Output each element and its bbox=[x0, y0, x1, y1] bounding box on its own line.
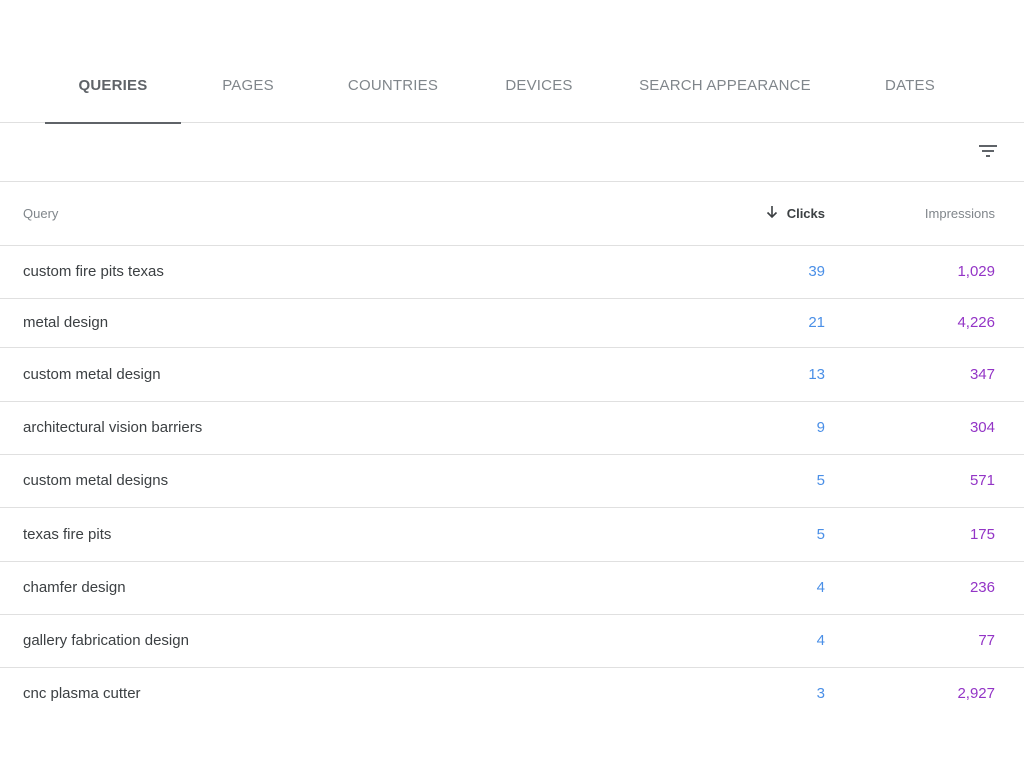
query-cell: chamfer design bbox=[23, 579, 126, 596]
query-cell: metal design bbox=[23, 314, 109, 331]
impressions-cell: 571 bbox=[969, 472, 995, 489]
column-header-clicks-label: Clicks bbox=[786, 206, 825, 221]
clicks-cell: 9 bbox=[816, 419, 825, 436]
tab-label: QUERIES bbox=[78, 77, 148, 94]
arrow-down-icon bbox=[765, 184, 779, 219]
impressions-cell: 175 bbox=[969, 526, 995, 543]
clicks-cell: 21 bbox=[808, 314, 825, 331]
tab-label: DEVICES bbox=[505, 77, 573, 94]
table-row[interactable]: custom metal designs 5 571 bbox=[0, 455, 1024, 508]
column-header-impressions[interactable]: Impressions bbox=[925, 183, 995, 245]
impressions-cell: 236 bbox=[969, 579, 995, 596]
tab-search-appearance[interactable]: SEARCH APPEARANCE bbox=[625, 62, 825, 123]
queries-table: Query Clicks Impressions custom fire pit… bbox=[0, 183, 1024, 721]
tab-countries[interactable]: COUNTRIES bbox=[333, 62, 453, 123]
table-header: Query Clicks Impressions bbox=[0, 183, 1024, 246]
tab-queries[interactable]: QUERIES bbox=[45, 62, 181, 124]
table-row[interactable]: gallery fabrication design 4 77 bbox=[0, 615, 1024, 668]
clicks-cell: 4 bbox=[816, 579, 825, 596]
tab-label: PAGES bbox=[222, 77, 274, 94]
table-row[interactable]: chamfer design 4 236 bbox=[0, 562, 1024, 615]
tab-label: COUNTRIES bbox=[347, 77, 439, 94]
tab-label: SEARCH APPEARANCE bbox=[639, 77, 811, 94]
table-row[interactable]: custom fire pits texas 39 1,029 bbox=[0, 246, 1024, 299]
query-cell: custom metal designs bbox=[23, 472, 169, 489]
table-toolbar bbox=[0, 124, 1024, 182]
clicks-cell: 13 bbox=[808, 366, 825, 383]
impressions-cell: 77 bbox=[978, 632, 995, 649]
table-row[interactable]: metal design 21 4,226 bbox=[0, 299, 1024, 348]
table-row[interactable]: architectural vision barriers 9 304 bbox=[0, 402, 1024, 455]
query-cell: texas fire pits bbox=[23, 526, 112, 543]
table-row[interactable]: texas fire pits 5 175 bbox=[0, 508, 1024, 562]
tab-devices[interactable]: DEVICES bbox=[489, 62, 589, 123]
clicks-cell: 5 bbox=[816, 526, 825, 543]
column-header-query[interactable]: Query bbox=[23, 183, 58, 245]
impressions-cell: 1,029 bbox=[957, 263, 995, 280]
impressions-cell: 2,927 bbox=[957, 685, 995, 702]
dimension-tabs: QUERIES PAGES COUNTRIES DEVICES SEARCH A… bbox=[0, 0, 1024, 124]
clicks-cell: 5 bbox=[816, 472, 825, 489]
clicks-cell: 4 bbox=[816, 632, 825, 649]
query-cell: architectural vision barriers bbox=[23, 419, 203, 436]
table-row[interactable]: cnc plasma cutter 3 2,927 bbox=[0, 668, 1024, 721]
query-cell: cnc plasma cutter bbox=[23, 685, 141, 702]
impressions-cell: 304 bbox=[969, 419, 995, 436]
query-cell: custom metal design bbox=[23, 366, 161, 383]
impressions-cell: 347 bbox=[969, 366, 995, 383]
table-body: custom fire pits texas 39 1,029 metal desig… bbox=[0, 246, 1024, 721]
tab-pages[interactable]: PAGES bbox=[198, 62, 298, 123]
filter-list-icon[interactable] bbox=[976, 139, 1000, 163]
tab-label: DATES bbox=[885, 77, 935, 94]
tab-dates[interactable]: DATES bbox=[860, 62, 960, 123]
column-header-clicks[interactable]: Clicks bbox=[765, 183, 825, 245]
query-cell: custom fire pits texas bbox=[23, 263, 164, 280]
clicks-cell: 39 bbox=[808, 263, 825, 280]
query-cell: gallery fabrication design bbox=[23, 632, 189, 649]
impressions-cell: 4,226 bbox=[957, 314, 995, 331]
clicks-cell: 3 bbox=[816, 685, 825, 702]
table-row[interactable]: custom metal design 13 347 bbox=[0, 348, 1024, 402]
